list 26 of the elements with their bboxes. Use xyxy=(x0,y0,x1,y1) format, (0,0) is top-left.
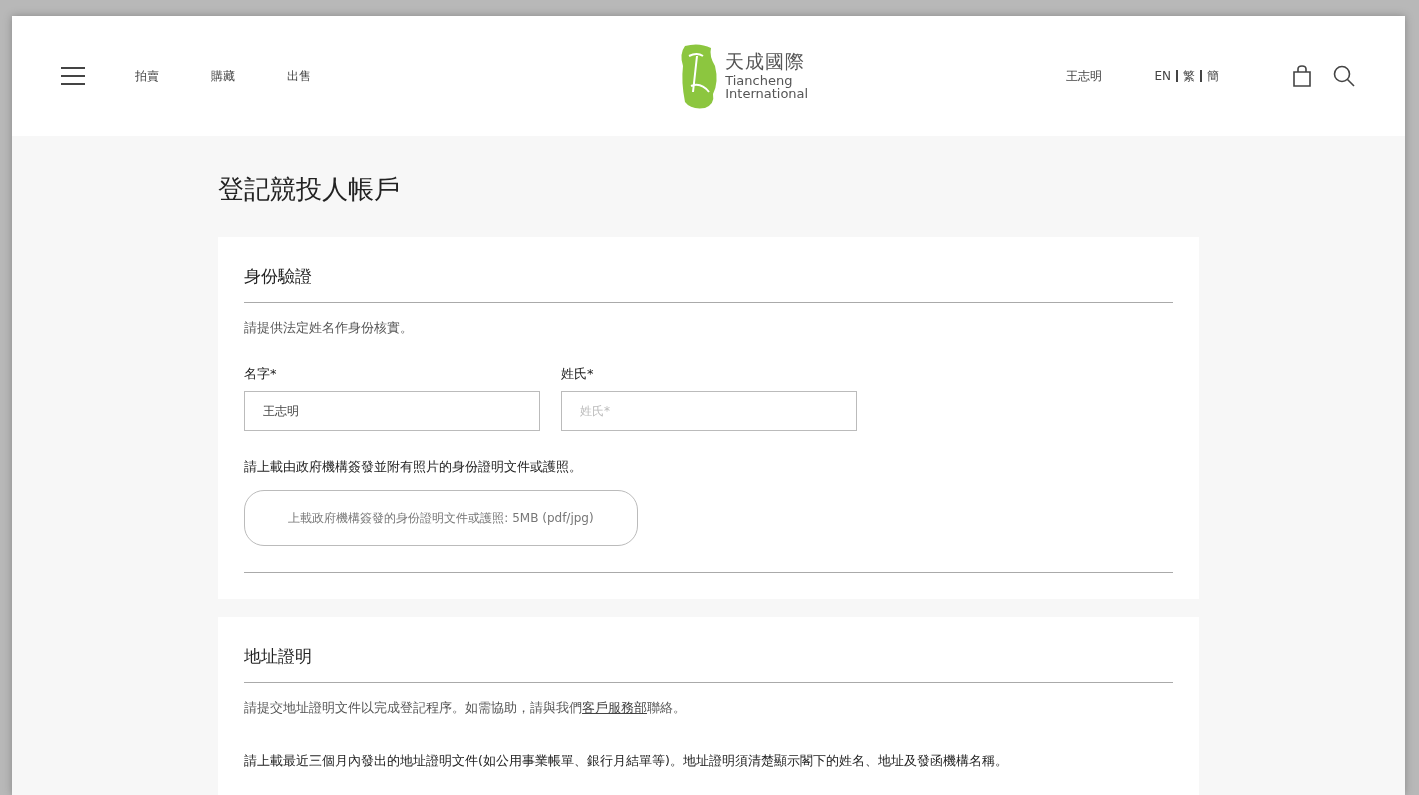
menu-icon[interactable] xyxy=(61,67,85,85)
input-field[interactable]: 姓氏* xyxy=(561,391,857,431)
upload-instruction-text: 請上載由政府機構簽發並附有照片的身份證明文件或護照。 xyxy=(244,459,583,476)
field-label: 姓氏* xyxy=(561,365,595,383)
customer-service-link[interactable]: 客戶服務部 xyxy=(582,700,647,715)
search-icon[interactable] xyxy=(1333,65,1355,87)
logo-english-text: International xyxy=(725,87,809,100)
logo-chinese-text: 天成國際 xyxy=(725,52,807,71)
field-label: 名字* xyxy=(244,365,278,383)
language-link[interactable]: EN xyxy=(1154,69,1171,83)
nav-link[interactable]: 出售 xyxy=(287,67,311,85)
section-heading: 地址證明 xyxy=(244,645,313,668)
page-title: 登記競投人帳戶 xyxy=(218,173,401,206)
user-name-link[interactable]: 王志明 xyxy=(1066,67,1103,85)
upload-button[interactable]: 上載政府機構簽發的身份證明文件或護照: 5MB (pdf/jpg) xyxy=(244,490,638,546)
nav-link[interactable]: 拍賣 xyxy=(135,67,159,85)
instruction-text: 請提交地址證明文件以完成登記程序。如需協助，請與我們客戶服務部聯絡。 xyxy=(244,699,687,717)
section-heading: 身份驗證 xyxy=(244,265,313,288)
shopping-bag-icon[interactable] xyxy=(1293,65,1311,87)
language-link[interactable]: 簡 xyxy=(1207,67,1219,85)
upload-instruction-text: 請上載最近三個月內發出的地址證明文件(如公用事業帳單、銀行月結單等)。地址證明須清楚顯示閣下的姓名、地址及發函機構名稱。 xyxy=(244,753,1009,770)
nav-link[interactable]: 購藏 xyxy=(211,67,235,85)
language-link[interactable]: 繁 xyxy=(1183,67,1195,85)
logo-english-text: Tiancheng xyxy=(725,74,794,87)
instruction-text: 請提供法定姓名作身份核實。 xyxy=(244,319,414,337)
input-field[interactable]: 王志明 xyxy=(244,391,540,431)
